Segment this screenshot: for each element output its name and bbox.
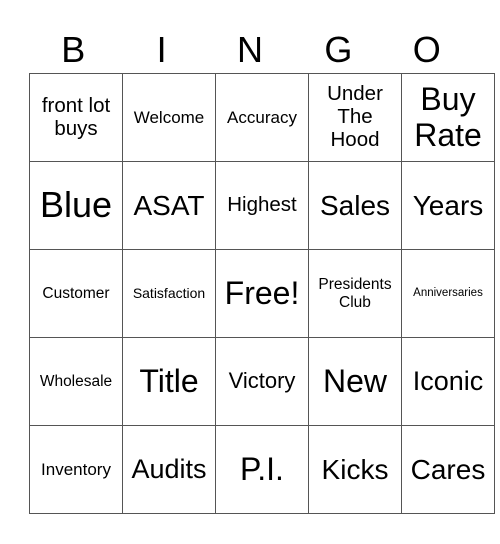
bingo-row: Blue ASAT Highest Sales Years <box>29 161 495 250</box>
bingo-cell[interactable]: Cares <box>401 425 495 514</box>
header-letter-i: I <box>156 29 167 70</box>
header-letter-b: B <box>61 29 86 70</box>
bingo-cell[interactable]: Buy Rate <box>401 73 495 162</box>
bingo-cell[interactable]: Satisfaction <box>122 249 216 338</box>
bingo-cell[interactable]: ASAT <box>122 161 216 250</box>
bingo-cell[interactable]: Customer <box>29 249 123 338</box>
bingo-cell[interactable]: Accuracy <box>215 73 309 162</box>
bingo-cell[interactable]: Highest <box>215 161 309 250</box>
bingo-cell[interactable]: Presidents Club <box>308 249 402 338</box>
bingo-cell[interactable]: Wholesale <box>29 337 123 426</box>
bingo-cell[interactable]: Victory <box>215 337 309 426</box>
bingo-cell[interactable]: Inventory <box>29 425 123 514</box>
bingo-cell[interactable]: Sales <box>308 161 402 250</box>
bingo-cell[interactable]: Anniversaries <box>401 249 495 338</box>
bingo-cell[interactable]: New <box>308 337 402 426</box>
bingo-header: B I N G O <box>29 28 471 72</box>
bingo-row: Customer Satisfaction Free! Presidents C… <box>29 249 495 338</box>
bingo-row: Wholesale Title Victory New Iconic <box>29 337 495 426</box>
bingo-cell[interactable]: Under The Hood <box>308 73 402 162</box>
bingo-cell[interactable]: Iconic <box>401 337 495 426</box>
bingo-cell[interactable]: front lot buys <box>29 73 123 162</box>
header-letter-g: G <box>324 29 353 70</box>
bingo-row: Inventory Audits P.I. Kicks Cares <box>29 425 495 514</box>
bingo-row: front lot buys Welcome Accuracy Under Th… <box>29 73 495 162</box>
bingo-cell[interactable]: Blue <box>29 161 123 250</box>
bingo-cell[interactable]: Audits <box>122 425 216 514</box>
bingo-card: front lot buys Welcome Accuracy Under Th… <box>29 73 495 514</box>
bingo-cell[interactable]: Title <box>122 337 216 426</box>
header-letter-o: O <box>412 29 441 70</box>
bingo-cell[interactable]: P.I. <box>215 425 309 514</box>
bingo-cell[interactable]: Kicks <box>308 425 402 514</box>
bingo-cell[interactable]: Welcome <box>122 73 216 162</box>
header-letter-n: N <box>236 29 263 70</box>
bingo-cell[interactable]: Years <box>401 161 495 250</box>
bingo-cell free-space[interactable]: Free! <box>215 249 309 338</box>
